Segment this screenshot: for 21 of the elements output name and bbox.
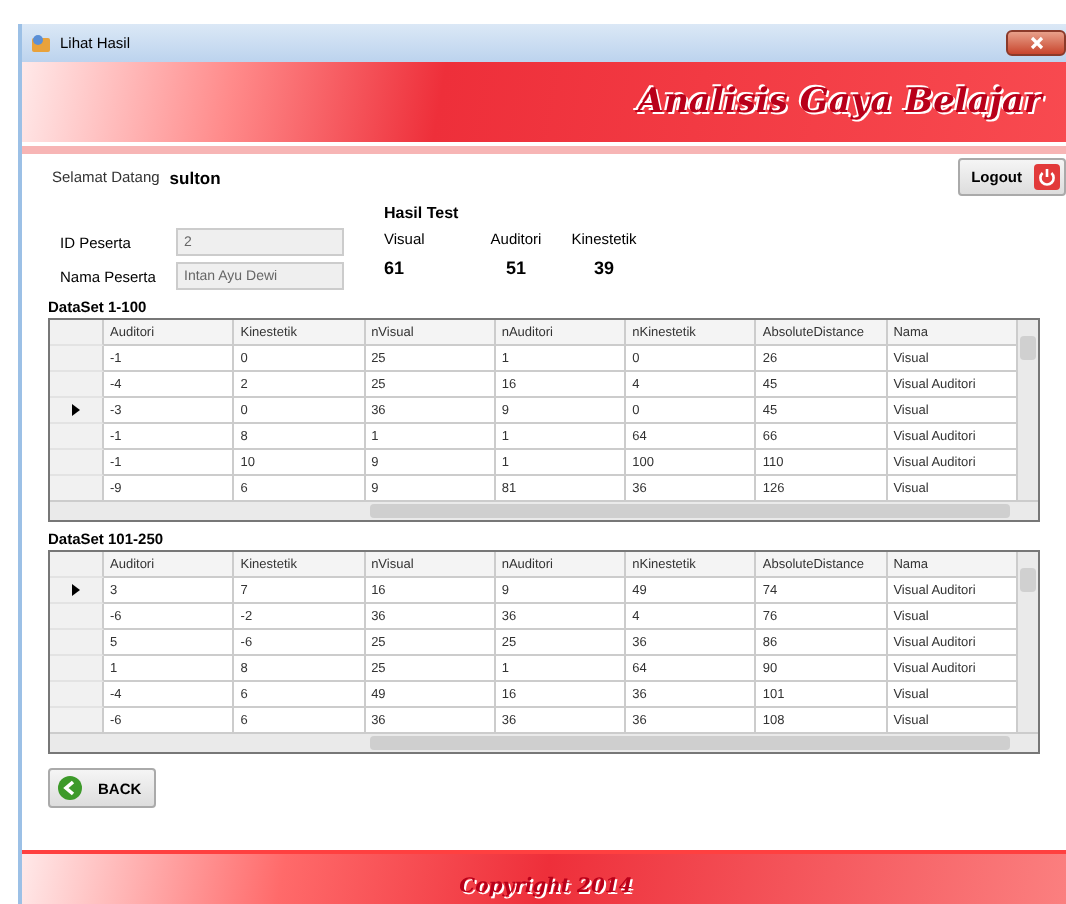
- row-header[interactable]: [50, 578, 104, 604]
- app-title: Analisis Gaya Belajar: [637, 82, 1042, 122]
- vertical-scrollbar[interactable]: [1018, 552, 1038, 732]
- current-row-icon: [72, 584, 80, 596]
- row-header: [50, 552, 104, 578]
- copyright-text: Copyright 2014: [459, 876, 633, 898]
- horizontal-scrollbar[interactable]: [50, 500, 1038, 520]
- app-icon: [30, 32, 52, 54]
- score-value: 39: [593, 258, 614, 278]
- row-header[interactable]: [50, 398, 104, 424]
- power-icon: [1034, 164, 1060, 190]
- row-header: [50, 320, 104, 346]
- user-name: sulton: [169, 167, 221, 187]
- close-button[interactable]: [1006, 30, 1066, 56]
- score-value: 61: [384, 258, 405, 278]
- horizontal-scrollbar[interactable]: [50, 732, 1038, 752]
- close-icon: [1029, 36, 1043, 50]
- score-value: 51: [505, 258, 526, 278]
- vertical-scrollbar[interactable]: [1018, 320, 1038, 500]
- section-title: Hasil Test: [384, 204, 461, 222]
- current-row-icon: [72, 404, 80, 416]
